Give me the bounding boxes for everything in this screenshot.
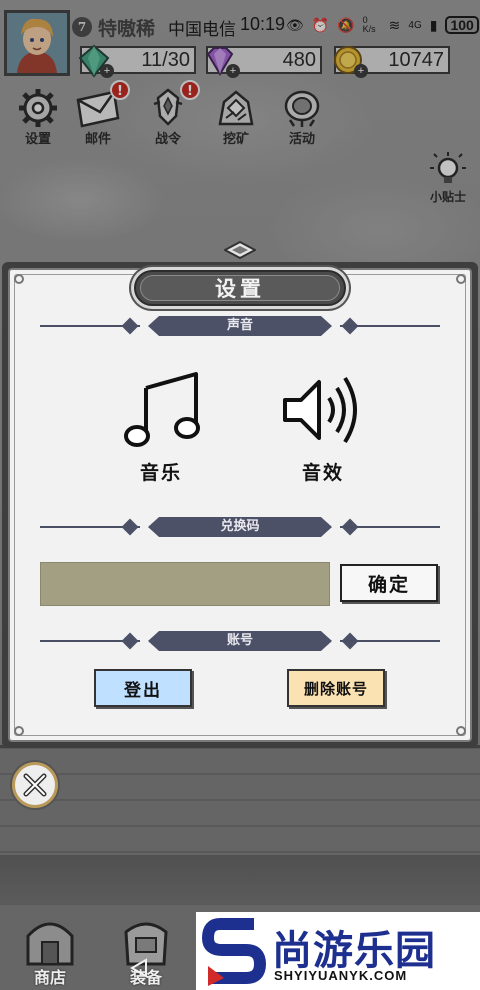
- corner-rivet: [456, 274, 466, 284]
- dialog-title-plaque: 设置: [134, 270, 346, 306]
- corner-rivet: [14, 726, 24, 736]
- watermark-url: SHYIYUANYK.COM: [274, 968, 408, 983]
- music-note-icon: [124, 372, 200, 447]
- title-ornament: [224, 241, 256, 259]
- sfx-label: 音效: [301, 462, 344, 484]
- shop-icon: [26, 922, 74, 966]
- corner-rivet: [14, 274, 24, 284]
- section-redeem-header: 兑换码: [40, 517, 440, 537]
- divider-line: [340, 640, 440, 642]
- divider-diamond: [121, 518, 139, 536]
- sfx-toggle[interactable]: 音效: [268, 368, 378, 484]
- delete-account-button[interactable]: 删除账号: [287, 669, 385, 707]
- section-account-label: 账号: [148, 631, 332, 651]
- watermark: 尚游乐园 SHYIYUANYK.COM: [196, 912, 480, 990]
- divider-line: [340, 325, 440, 327]
- section-redeem-label: 兑换码: [148, 517, 332, 537]
- redeem-code-input[interactable]: [40, 562, 330, 606]
- section-sound-header: 声音: [40, 316, 440, 336]
- nav-shop[interactable]: 商店: [8, 912, 92, 990]
- speaker-icon: [283, 376, 357, 444]
- close-icon: [23, 773, 47, 797]
- divider-diamond: [121, 317, 139, 335]
- corner-rivet: [456, 726, 466, 736]
- close-button[interactable]: [12, 762, 58, 808]
- music-toggle[interactable]: 音乐: [106, 368, 216, 484]
- confirm-button[interactable]: 确定: [340, 564, 438, 602]
- logout-button[interactable]: 登出: [94, 669, 192, 707]
- nav-shop-label: 商店: [33, 968, 66, 987]
- divider-line: [340, 526, 440, 528]
- section-account-header: 账号: [40, 631, 440, 651]
- watermark-logo: [202, 918, 267, 986]
- divider-diamond: [121, 632, 139, 650]
- section-sound-label: 声音: [148, 316, 332, 336]
- dialog-title: 设置: [140, 275, 340, 301]
- dialog-inner-border: [14, 274, 466, 736]
- music-label: 音乐: [139, 462, 182, 484]
- dialog-panel: [8, 268, 472, 742]
- nav-equipment[interactable]: 装备: [104, 912, 188, 990]
- back-nav-icon[interactable]: [130, 958, 148, 978]
